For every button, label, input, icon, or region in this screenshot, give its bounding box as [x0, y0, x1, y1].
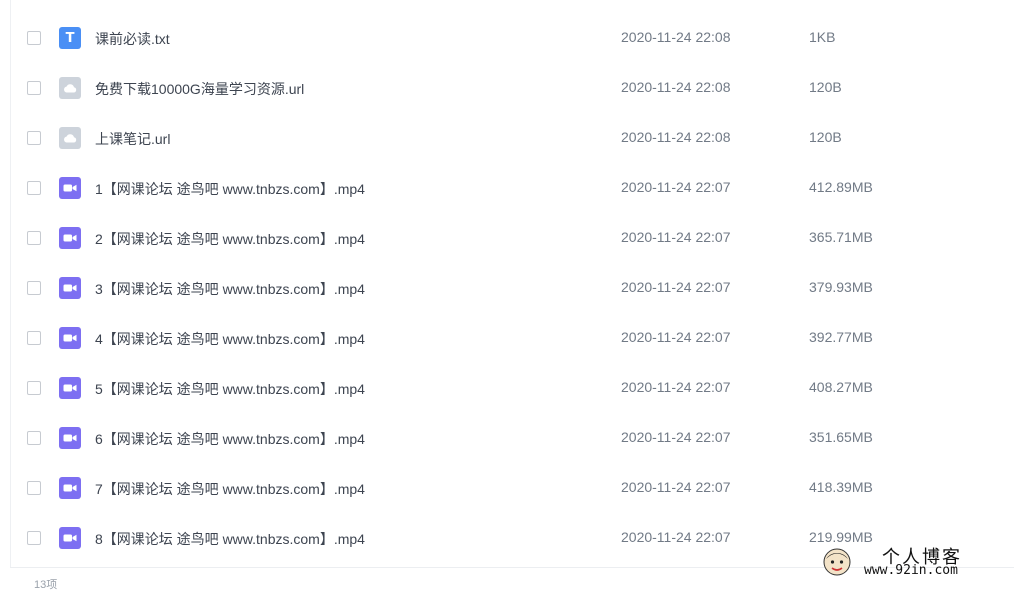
file-row[interactable]: 5【网课论坛 途鸟吧 www.tnbzs.com】.mp4 2020-11-24…	[11, 365, 1014, 415]
file-name[interactable]: 8【网课论坛 途鸟吧 www.tnbzs.com】.mp4	[95, 529, 365, 549]
video-file-icon	[59, 227, 81, 249]
file-date: 2020-11-24 22:07	[621, 529, 731, 545]
avatar-logo-icon	[823, 548, 851, 576]
watermark: 个人博客 www.92in.com	[820, 541, 1014, 583]
file-date: 2020-11-24 22:07	[621, 479, 731, 495]
file-date: 2020-11-24 22:08	[621, 129, 731, 145]
file-name[interactable]: 1【网课论坛 途鸟吧 www.tnbzs.com】.mp4	[95, 179, 365, 199]
txt-file-icon: T	[59, 27, 81, 49]
file-name[interactable]: 免费下载10000G海量学习资源.url	[95, 79, 304, 99]
file-name[interactable]: 上课笔记.url	[95, 129, 170, 149]
file-size: 120B	[809, 79, 842, 95]
file-size: 365.71MB	[809, 229, 873, 245]
file-size: 351.65MB	[809, 429, 873, 445]
file-row[interactable]: 7【网课论坛 途鸟吧 www.tnbzs.com】.mp4 2020-11-24…	[11, 465, 1014, 515]
file-name[interactable]: 5【网课论坛 途鸟吧 www.tnbzs.com】.mp4	[95, 379, 365, 399]
video-file-icon	[59, 527, 81, 549]
file-date: 2020-11-24 22:08	[621, 29, 731, 45]
file-date: 2020-11-24 22:07	[621, 429, 731, 445]
file-row[interactable]: 6【网课论坛 途鸟吧 www.tnbzs.com】.mp4 2020-11-24…	[11, 415, 1014, 465]
video-file-icon	[59, 477, 81, 499]
row-checkbox[interactable]	[27, 281, 41, 295]
file-row[interactable]: T 课前必读.txt 2020-11-24 22:08 1KB	[11, 15, 1014, 65]
row-checkbox[interactable]	[27, 181, 41, 195]
file-name[interactable]: 7【网课论坛 途鸟吧 www.tnbzs.com】.mp4	[95, 479, 365, 499]
file-size: 418.39MB	[809, 479, 873, 495]
file-row[interactable]: 免费下载10000G海量学习资源.url 2020-11-24 22:08 12…	[11, 65, 1014, 115]
file-name[interactable]: 6【网课论坛 途鸟吧 www.tnbzs.com】.mp4	[95, 429, 365, 449]
file-size: 379.93MB	[809, 279, 873, 295]
url-file-icon	[59, 127, 81, 149]
file-size: 392.77MB	[809, 329, 873, 345]
row-checkbox[interactable]	[27, 31, 41, 45]
video-file-icon	[59, 277, 81, 299]
file-row[interactable]: 2【网课论坛 途鸟吧 www.tnbzs.com】.mp4 2020-11-24…	[11, 215, 1014, 265]
row-checkbox[interactable]	[27, 331, 41, 345]
file-name[interactable]: 4【网课论坛 途鸟吧 www.tnbzs.com】.mp4	[95, 329, 365, 349]
file-row[interactable]: 4【网课论坛 途鸟吧 www.tnbzs.com】.mp4 2020-11-24…	[11, 315, 1014, 365]
row-checkbox[interactable]	[27, 131, 41, 145]
file-row[interactable]: 上课笔记.url 2020-11-24 22:08 120B	[11, 115, 1014, 165]
url-file-icon	[59, 77, 81, 99]
file-size: 408.27MB	[809, 379, 873, 395]
video-file-icon	[59, 377, 81, 399]
file-date: 2020-11-24 22:07	[621, 379, 731, 395]
video-file-icon	[59, 427, 81, 449]
file-name[interactable]: 2【网课论坛 途鸟吧 www.tnbzs.com】.mp4	[95, 229, 365, 249]
watermark-url: www.92in.com	[864, 563, 958, 578]
video-file-icon	[59, 327, 81, 349]
file-row[interactable]: 3【网课论坛 途鸟吧 www.tnbzs.com】.mp4 2020-11-24…	[11, 265, 1014, 315]
file-date: 2020-11-24 22:08	[621, 79, 731, 95]
file-size: 412.89MB	[809, 179, 873, 195]
row-checkbox[interactable]	[27, 381, 41, 395]
file-date: 2020-11-24 22:07	[621, 279, 731, 295]
item-count: 13项	[34, 579, 58, 591]
file-date: 2020-11-24 22:07	[621, 229, 731, 245]
file-row[interactable]: 1【网课论坛 途鸟吧 www.tnbzs.com】.mp4 2020-11-24…	[11, 165, 1014, 215]
row-checkbox[interactable]	[27, 531, 41, 545]
file-list: T 课前必读.txt 2020-11-24 22:08 1KB 免费下载1000…	[11, 15, 1014, 565]
file-size: 1KB	[809, 29, 836, 45]
row-checkbox[interactable]	[27, 231, 41, 245]
file-name[interactable]: 课前必读.txt	[95, 29, 170, 49]
file-date: 2020-11-24 22:07	[621, 179, 731, 195]
file-date: 2020-11-24 22:07	[621, 329, 731, 345]
video-file-icon	[59, 177, 81, 199]
file-list-panel: T 课前必读.txt 2020-11-24 22:08 1KB 免费下载1000…	[10, 0, 1014, 583]
row-checkbox[interactable]	[27, 431, 41, 445]
row-checkbox[interactable]	[27, 481, 41, 495]
file-size: 120B	[809, 129, 842, 145]
row-checkbox[interactable]	[27, 81, 41, 95]
file-name[interactable]: 3【网课论坛 途鸟吧 www.tnbzs.com】.mp4	[95, 279, 365, 299]
